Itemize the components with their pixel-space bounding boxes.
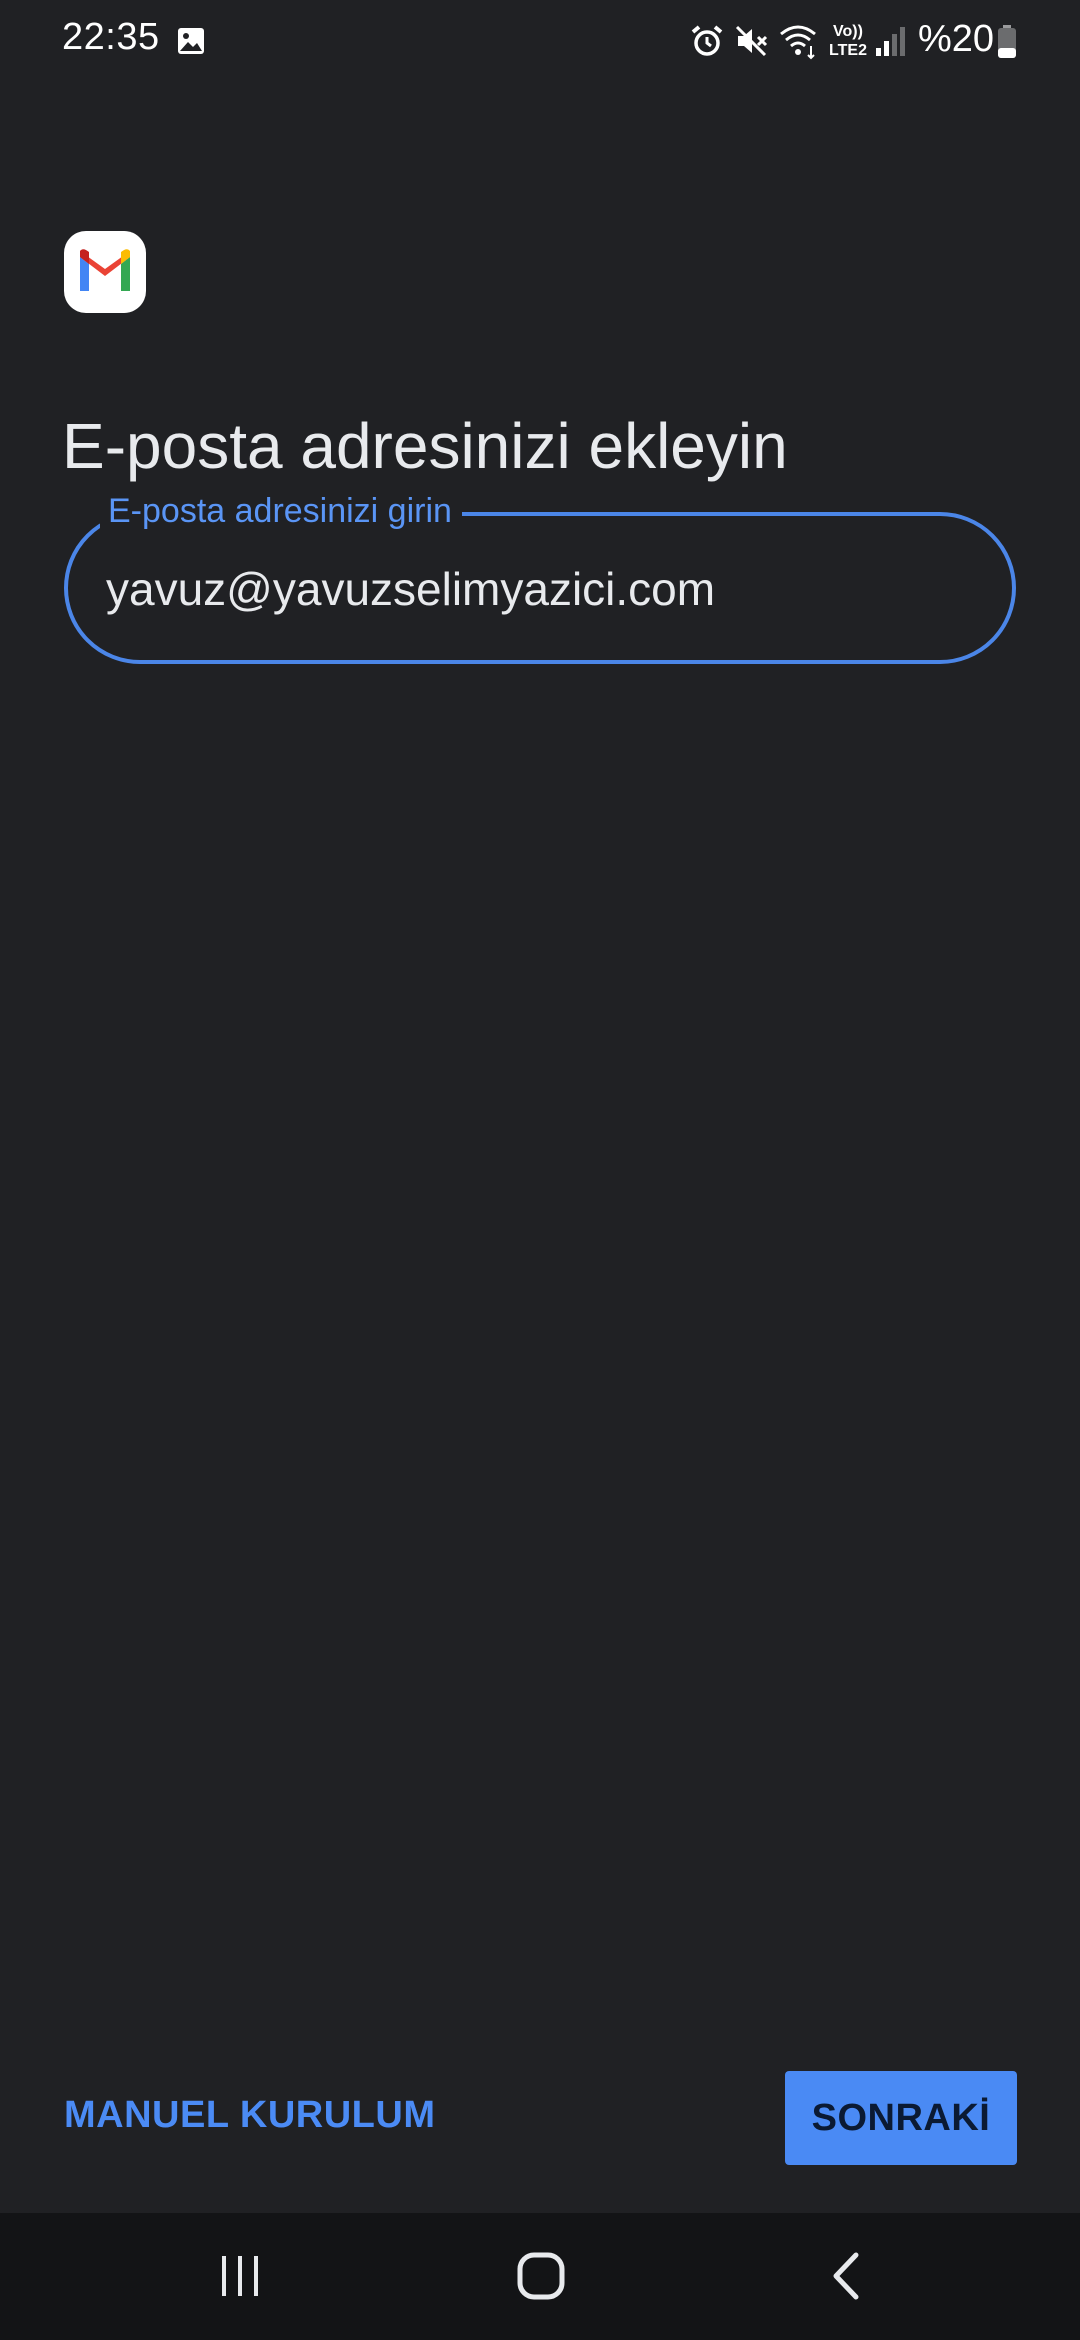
- gmail-m-icon: [80, 249, 130, 291]
- email-field-label: E-posta adresinizi girin: [100, 491, 462, 531]
- volte-label: Vo)): [833, 23, 863, 40]
- status-time: 22:35: [62, 16, 160, 58]
- manual-setup-button[interactable]: MANUEL KURULUM: [64, 2094, 436, 2137]
- navigation-bar: [0, 2213, 1080, 2340]
- recents-icon[interactable]: [216, 2252, 264, 2300]
- wifi-icon: [780, 25, 816, 60]
- volte-indicator: Vo)) LTE2: [826, 22, 870, 60]
- page-title: E-posta adresinizi ekleyin: [62, 409, 788, 482]
- mute-icon: [735, 25, 768, 57]
- lte-label: LTE2: [829, 42, 867, 59]
- battery-icon: [998, 25, 1016, 58]
- email-field-value[interactable]: yavuz@yavuzselimyazici.com: [106, 562, 715, 616]
- status-bar: 22:35 Vo)) LTE2 %20: [0, 0, 1080, 84]
- battery-percent: %20: [918, 18, 995, 60]
- home-icon[interactable]: [516, 2251, 566, 2301]
- signal-icon: [876, 27, 905, 56]
- alarm-icon: [691, 25, 723, 56]
- back-icon[interactable]: [826, 2251, 866, 2301]
- next-button[interactable]: SONRAKİ: [785, 2071, 1017, 2165]
- image-icon: [178, 28, 204, 54]
- gmail-logo: [64, 231, 146, 313]
- email-field[interactable]: E-posta adresinizi girin yavuz@yavuzseli…: [64, 491, 1016, 664]
